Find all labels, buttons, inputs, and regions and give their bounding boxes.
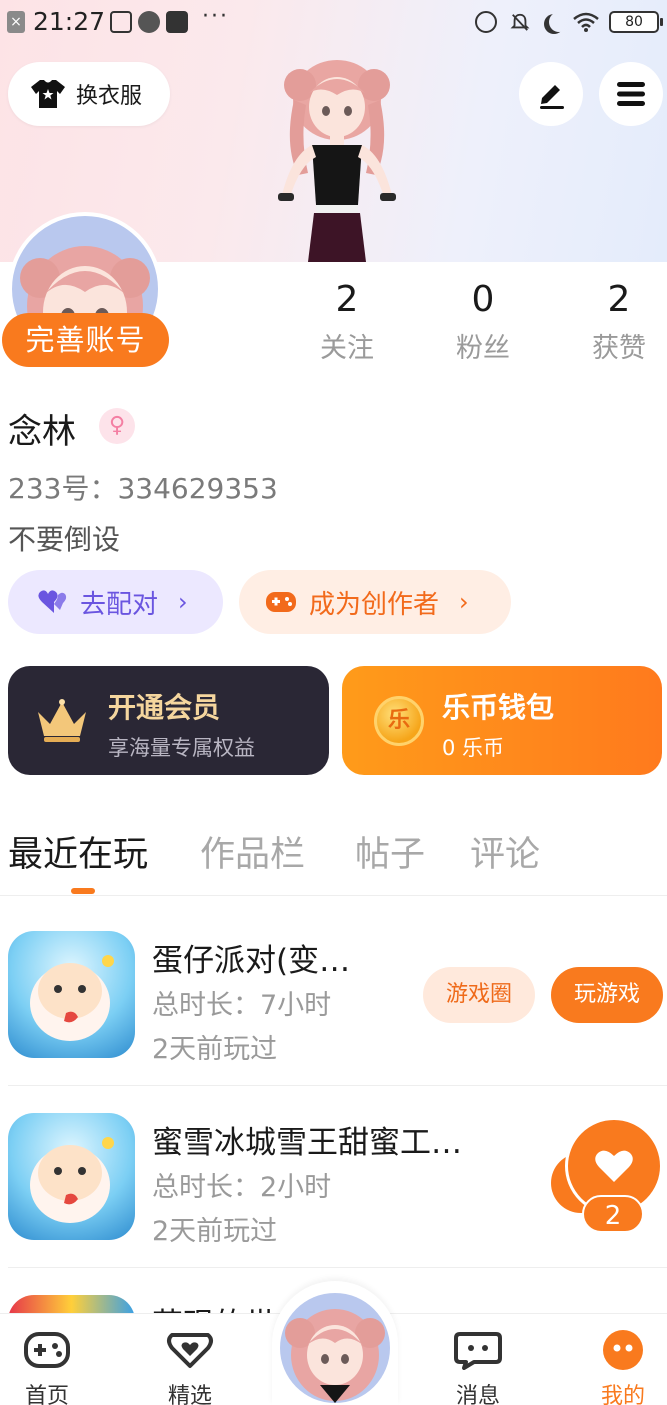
status-bar: × 21:27 ··· 80 — [0, 0, 667, 44]
message-app-icon — [166, 11, 188, 33]
nav-home-label: 首页 — [24, 1384, 69, 1405]
stat-following-label: 关注 — [320, 333, 374, 364]
username: 念林 — [8, 412, 76, 452]
crown-icon — [38, 699, 86, 742]
nav-home[interactable]: 首页 — [2, 1330, 92, 1405]
edit-icon — [540, 85, 564, 109]
change-outfit-button[interactable]: 换衣服 — [8, 62, 170, 126]
tab-recently-played[interactable]: 最近在玩 — [8, 826, 148, 877]
gamepad-icon — [266, 592, 296, 612]
stat-following[interactable]: 2 关注 — [287, 278, 407, 365]
nav-avatar-button[interactable] — [272, 1281, 398, 1405]
vip-membership-card[interactable]: 开通会员 享海量专属权益 — [8, 666, 329, 775]
list-divider — [8, 1267, 667, 1268]
stat-likes-label: 获赞 — [592, 333, 646, 364]
heart-icon — [595, 1150, 633, 1182]
game-icon — [8, 931, 135, 1058]
become-creator-label: 成为创作者 — [309, 589, 440, 620]
game-last-played: 2天前玩过 — [152, 1216, 278, 1247]
user-bio: 不要倒设 — [8, 523, 121, 556]
like-count-badge: 2 — [582, 1195, 644, 1233]
pair-label: 去配对 — [80, 589, 159, 620]
avatar-character-illustration — [278, 60, 396, 262]
alarm-icon — [475, 11, 497, 33]
game-icon — [8, 1113, 135, 1240]
stat-likes[interactable]: 2 获赞 — [559, 278, 667, 365]
tab-works[interactable]: 作品栏 — [200, 826, 305, 877]
gamepad-icon — [24, 1332, 70, 1368]
stat-following-value: 2 — [335, 279, 359, 320]
wallet-balance: 0 乐币 — [442, 736, 505, 760]
close-notification-icon: × — [7, 11, 25, 33]
menu-button[interactable] — [599, 62, 663, 126]
game-name: 蜜雪冰城雪王甜蜜工… — [152, 1125, 462, 1161]
face-icon — [603, 1330, 643, 1370]
nav-messages[interactable]: 消息 — [433, 1330, 523, 1405]
tshirt-icon — [31, 80, 65, 108]
game-duration: 总时长：2小时 — [152, 1172, 332, 1203]
stat-likes-value: 2 — [607, 279, 631, 320]
female-gender-icon: ♀ — [99, 408, 135, 444]
heart-tag-icon — [167, 1333, 213, 1368]
vip-subtitle: 享海量专属权益 — [108, 736, 255, 760]
chat-icon — [454, 1332, 502, 1370]
nav-profile[interactable]: 我的 — [578, 1330, 667, 1405]
nav-avatar — [280, 1293, 390, 1403]
game-name: 蛋仔派对(变… — [152, 943, 351, 979]
double-heart-icon — [38, 590, 67, 613]
game-duration: 总时长：7小时 — [152, 990, 332, 1021]
list-divider — [8, 1085, 667, 1086]
active-tab-indicator — [71, 888, 95, 894]
app-notification-icon — [110, 11, 132, 33]
game-last-played: 2天前玩过 — [152, 1034, 278, 1065]
stat-followers-label: 粉丝 — [456, 333, 510, 364]
become-creator-button[interactable]: 成为创作者 › — [239, 570, 511, 634]
nav-profile-label: 我的 — [600, 1384, 645, 1405]
wallet-card[interactable]: 乐 乐币钱包 0 乐币 — [342, 666, 662, 775]
coin-icon: 乐 — [374, 696, 424, 746]
menu-icon — [617, 82, 645, 106]
moon-icon — [549, 12, 569, 32]
change-outfit-label: 换衣服 — [76, 84, 143, 109]
complete-account-button[interactable]: 完善账号 — [2, 313, 169, 367]
list-item[interactable]: 蛋仔派对(变… 总时长：7小时 2天前玩过 — [0, 931, 667, 1111]
game-circle-button[interactable]: 游戏圈 — [423, 967, 535, 1023]
game-icon — [8, 1295, 135, 1313]
wifi-icon — [573, 12, 599, 32]
pair-button[interactable]: 去配对 › — [8, 570, 223, 634]
tab-comments[interactable]: 评论 — [470, 826, 540, 877]
nav-featured[interactable]: 精选 — [145, 1330, 235, 1405]
floating-like-button[interactable]: 2 — [551, 1117, 663, 1237]
nav-messages-label: 消息 — [455, 1384, 500, 1405]
mute-bell-icon — [510, 13, 530, 31]
stat-followers[interactable]: 0 粉丝 — [423, 278, 543, 365]
tab-posts[interactable]: 帖子 — [355, 826, 425, 877]
play-game-button[interactable]: 玩游戏 — [551, 967, 663, 1023]
vip-title: 开通会员 — [108, 691, 221, 724]
wechat-icon — [138, 11, 160, 33]
nav-featured-label: 精选 — [167, 1384, 212, 1405]
chevron-right-icon: › — [178, 588, 188, 616]
battery-icon: 80 — [609, 11, 663, 33]
edit-profile-button[interactable] — [519, 62, 583, 126]
user-id: 233号：334629353 — [8, 472, 278, 505]
status-more-icon: ··· — [202, 4, 229, 29]
chevron-right-icon: › — [459, 588, 469, 616]
wallet-title: 乐币钱包 — [442, 691, 555, 724]
profile-tabs: 最近在玩 作品栏 帖子 评论 — [0, 826, 667, 896]
stat-followers-value: 0 — [471, 279, 495, 320]
status-time: 21:27 — [33, 7, 106, 36]
